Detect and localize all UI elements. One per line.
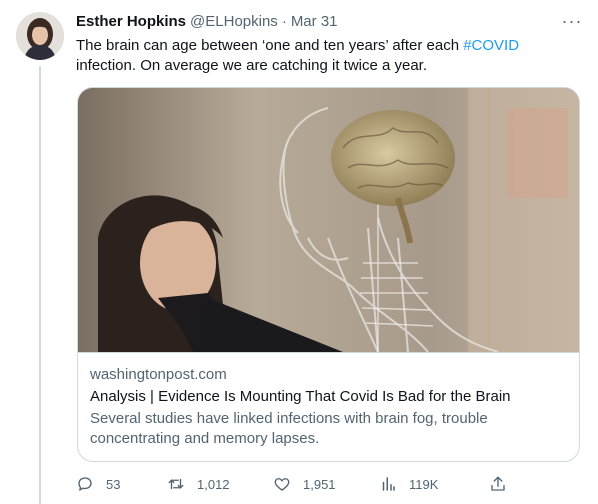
tweet-text-after: infection. On average we are catching it… <box>76 57 428 74</box>
tweet-date[interactable]: Mar 31 <box>291 13 338 30</box>
like-count: 1,951 <box>303 476 336 492</box>
like-button[interactable]: 1,951 <box>273 475 379 493</box>
tweet-text-before: The brain can age between ‘one and ten y… <box>76 37 464 54</box>
author-name[interactable]: Esther Hopkins <box>76 13 186 30</box>
retweet-button[interactable]: 1,012 <box>167 475 273 493</box>
card-meta: washingtonpost.com Analysis | Evidence I… <box>78 352 579 449</box>
reply-icon <box>76 475 94 493</box>
retweet-icon <box>167 475 185 493</box>
retweet-count: 1,012 <box>197 476 230 492</box>
card-title[interactable]: Analysis | Evidence Is Mounting That Cov… <box>90 387 567 407</box>
hashtag-link[interactable]: #COVID <box>463 37 519 54</box>
reply-count: 53 <box>106 476 121 492</box>
card-domain: washingtonpost.com <box>90 366 227 383</box>
more-icon[interactable]: ··· <box>562 10 582 32</box>
share-button[interactable] <box>489 475 507 493</box>
link-card[interactable]: washingtonpost.com Analysis | Evidence I… <box>77 87 580 462</box>
tweet-text: The brain can age between ‘one and ten y… <box>76 36 581 76</box>
reply-button[interactable]: 53 <box>76 475 167 493</box>
separator-dot: · <box>281 12 287 30</box>
like-icon <box>273 475 291 493</box>
avatar[interactable] <box>16 12 64 60</box>
action-bar: 53 1,012 1,951 119K <box>76 472 586 496</box>
tweet-body: Esther Hopkins @ELHopkins · Mar 31 ··· T… <box>76 10 586 492</box>
share-icon <box>489 475 507 493</box>
views-count: 119K <box>409 476 439 492</box>
card-description: Several studies have linked infections w… <box>90 410 488 447</box>
tweet-header: Esther Hopkins @ELHopkins · Mar 31 <box>76 10 586 32</box>
card-image[interactable] <box>78 88 579 352</box>
thread-line <box>39 66 41 504</box>
author-handle[interactable]: @ELHopkins <box>190 13 278 30</box>
views-icon <box>379 475 397 493</box>
views-button[interactable]: 119K <box>379 475 489 493</box>
